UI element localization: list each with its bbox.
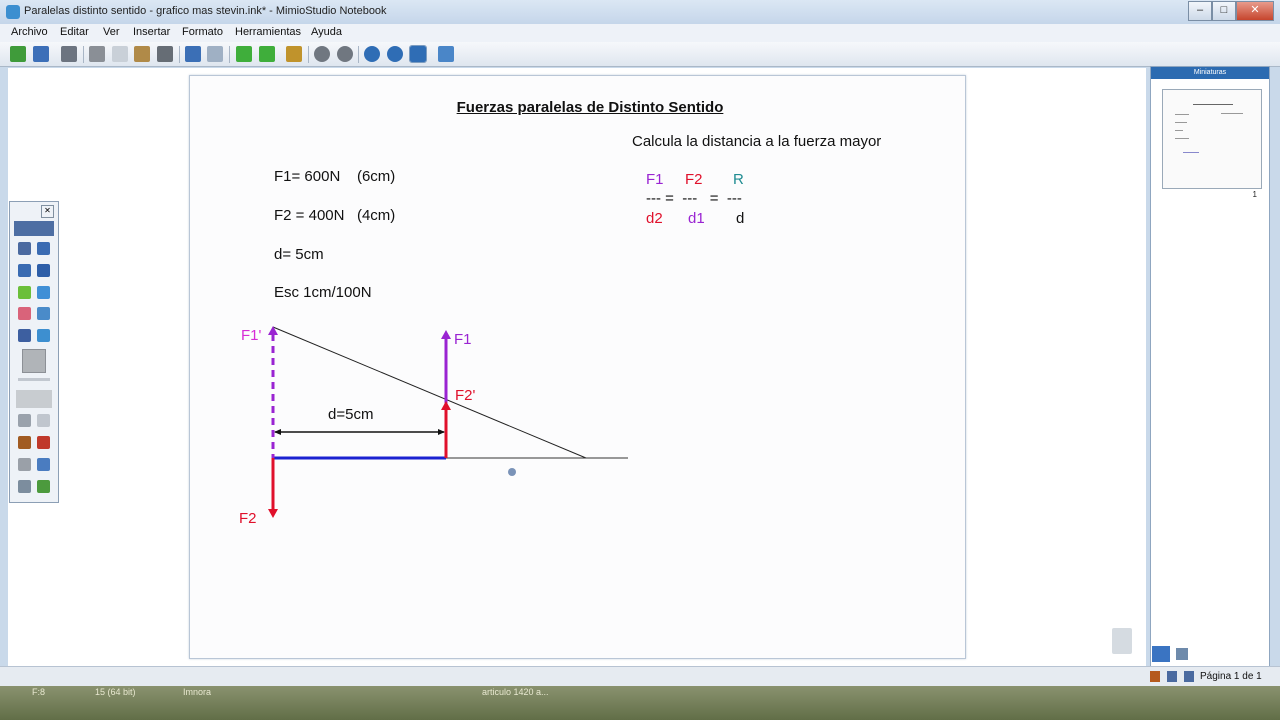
- taskbar-item[interactable]: Imnora: [183, 687, 211, 697]
- redo-icon[interactable]: [207, 46, 223, 62]
- thickness-slider[interactable]: [18, 378, 50, 381]
- highlighter-icon[interactable]: [18, 286, 31, 299]
- menu-formato[interactable]: Formato: [182, 26, 223, 38]
- zoom-out-icon[interactable]: [387, 46, 403, 62]
- label-f2-prime: F2': [455, 387, 476, 404]
- fill-icon[interactable]: [37, 329, 50, 342]
- maximize-button[interactable]: □: [1212, 1, 1236, 21]
- gallery-view-icon[interactable]: [1176, 648, 1188, 660]
- database-icon[interactable]: [18, 458, 31, 471]
- thumbnails-header: Miniaturas: [1151, 67, 1269, 79]
- minimize-button[interactable]: –: [1188, 1, 1212, 21]
- menu-bar: Archivo Editar Ver Insertar Formato Herr…: [0, 24, 1280, 42]
- construction-line: [272, 326, 587, 459]
- trash-icon[interactable]: [1112, 628, 1132, 654]
- cut-icon[interactable]: [89, 46, 105, 62]
- tools-palette: ✕: [9, 201, 59, 503]
- palette-close-icon[interactable]: ✕: [41, 205, 54, 218]
- pen-icon[interactable]: [18, 264, 31, 277]
- save-icon[interactable]: [33, 46, 49, 62]
- eraser-icon[interactable]: [18, 307, 31, 320]
- zoom-icon[interactable]: [37, 242, 50, 255]
- text-icon[interactable]: [37, 264, 50, 277]
- status-bar: Página 1 de 1: [0, 666, 1280, 687]
- window-title: Paralelas distinto sentido - grafico mas…: [24, 5, 387, 17]
- users-icon[interactable]: [286, 46, 302, 62]
- menu-editar[interactable]: Editar: [60, 26, 89, 38]
- label-f1-prime: F1': [241, 327, 262, 344]
- shape-icon[interactable]: [37, 286, 50, 299]
- import-icon[interactable]: [37, 480, 50, 493]
- thumbnails-panel: Miniaturas 1: [1150, 66, 1270, 668]
- taskbar-item[interactable]: 15 (64 bit): [95, 687, 136, 697]
- capture-icon[interactable]: [37, 458, 50, 471]
- zoom-in-icon[interactable]: [364, 46, 380, 62]
- menu-insertar[interactable]: Insertar: [133, 26, 170, 38]
- taskbar: F:8 15 (64 bit) Imnora articulo 1420 a..…: [0, 686, 1280, 720]
- page-indicator: Página 1 de 1: [1200, 671, 1262, 682]
- open-icon[interactable]: [10, 46, 26, 62]
- app-window: Paralelas distinto sentido - grafico mas…: [0, 0, 1280, 687]
- align-icon[interactable]: [18, 414, 31, 427]
- lock-icon[interactable]: [18, 436, 31, 449]
- menu-herramientas[interactable]: Herramientas: [235, 26, 301, 38]
- pen-preview: [14, 221, 54, 236]
- undo-icon[interactable]: [185, 46, 201, 62]
- force-diagram: [268, 326, 628, 518]
- color-swatch[interactable]: [22, 349, 46, 373]
- zoom-fit-icon[interactable]: [409, 45, 427, 63]
- thumbnails-view-icon[interactable]: [1152, 646, 1170, 662]
- app-icon: [6, 5, 20, 19]
- back-icon[interactable]: [314, 46, 330, 62]
- menu-archivo[interactable]: Archivo: [11, 26, 48, 38]
- status-tool-icon[interactable]: [1184, 671, 1194, 682]
- f2-prime-arrowhead: [441, 401, 451, 410]
- group-icon[interactable]: [37, 414, 50, 427]
- close-button[interactable]: ✕: [1236, 1, 1274, 21]
- new-page-icon[interactable]: [236, 46, 252, 62]
- page-thumbnail[interactable]: [1162, 89, 1262, 189]
- status-pen-icon[interactable]: [1167, 671, 1177, 682]
- gallery-icon[interactable]: [18, 480, 31, 493]
- label-f2: F2: [239, 510, 257, 527]
- status-lock-icon[interactable]: [1150, 671, 1160, 682]
- menu-ayuda[interactable]: Ayuda: [311, 26, 342, 38]
- notebook-page[interactable]: Fuerzas paralelas de Distinto Sentido Ca…: [189, 75, 966, 659]
- taskbar-item[interactable]: articulo 1420 a...: [482, 687, 549, 697]
- hand-cursor-icon: [508, 468, 516, 476]
- duplicate-page-icon[interactable]: [259, 46, 275, 62]
- paste-icon[interactable]: [134, 46, 150, 62]
- toolbar: [0, 42, 1280, 67]
- f2-arrowhead: [268, 509, 278, 518]
- screen-icon[interactable]: [438, 46, 454, 62]
- scissor-icon[interactable]: [37, 436, 50, 449]
- forward-icon[interactable]: [337, 46, 353, 62]
- label-distance: d=5cm: [328, 406, 374, 423]
- dropper-icon[interactable]: [18, 329, 31, 342]
- f1-arrowhead: [441, 330, 451, 339]
- label-f1: F1: [454, 331, 472, 348]
- menu-ver[interactable]: Ver: [103, 26, 120, 38]
- copy-icon[interactable]: [112, 46, 128, 62]
- print-icon[interactable]: [61, 46, 77, 62]
- thumbnail-number: 1: [1252, 190, 1257, 199]
- title-bar: Paralelas distinto sentido - grafico mas…: [0, 0, 1280, 24]
- line-styles[interactable]: [16, 390, 52, 408]
- f1-prime-arrowhead: [268, 326, 278, 335]
- delete-icon[interactable]: [157, 46, 173, 62]
- select-icon[interactable]: [18, 242, 31, 255]
- taskbar-item[interactable]: F:8: [32, 687, 45, 697]
- image-icon[interactable]: [37, 307, 50, 320]
